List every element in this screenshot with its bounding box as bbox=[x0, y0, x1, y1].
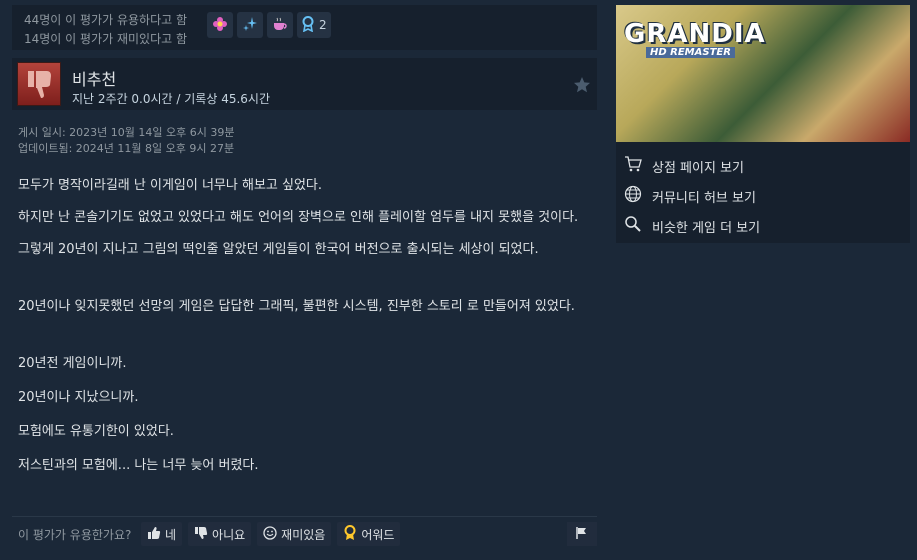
award-ribbon[interactable]: 2 bbox=[297, 12, 331, 38]
similar-games-link[interactable]: 비슷한 게임 더 보기 bbox=[616, 211, 760, 241]
game-sidebar: GRANDIA HD REMASTER 상점 페이지 보기 커뮤니티 허브 보기… bbox=[616, 5, 910, 243]
thumbs-up-icon bbox=[147, 526, 161, 543]
smiley-icon bbox=[263, 525, 277, 543]
review-dates: 게시 일시: 2023년 10월 14일 오후 6시 39분 업데이트됨: 20… bbox=[18, 125, 235, 157]
award-cup[interactable] bbox=[267, 12, 293, 38]
review-paragraph: 20년전 게임이니까. bbox=[18, 356, 127, 371]
game-capsule-image[interactable]: GRANDIA HD REMASTER bbox=[616, 5, 910, 142]
award-medal-icon bbox=[343, 524, 357, 544]
review-paragraph: 그렇게 20년이 지나고 그림의 떡인줄 알았던 게임들이 한국어 버전으로 출… bbox=[18, 242, 539, 257]
award-sparkle[interactable] bbox=[237, 12, 263, 38]
community-hub-link[interactable]: 커뮤니티 허브 보기 bbox=[616, 181, 760, 211]
vote-no-label: 아니요 bbox=[212, 527, 246, 542]
cart-icon bbox=[624, 156, 642, 176]
community-hub-label: 커뮤니티 허브 보기 bbox=[652, 190, 756, 206]
sidebar-links: 상점 페이지 보기 커뮤니티 허브 보기 비슷한 게임 더 보기 bbox=[616, 151, 760, 241]
verdict-title: 비추천 bbox=[72, 70, 117, 89]
vote-yes-button[interactable]: 네 bbox=[141, 522, 183, 546]
globe-icon bbox=[624, 185, 642, 207]
updated-date: 업데이트됨: 2024년 11월 8일 오후 9시 27분 bbox=[18, 142, 235, 155]
game-logo-text: GRANDIA bbox=[624, 19, 766, 49]
review-paragraph: 20년이나 지났으니까. bbox=[18, 390, 139, 405]
review-body: 모두가 명작이라길래 난 이게임이 너무나 해보고 싶었다. 하지만 난 콘솔기… bbox=[18, 177, 598, 474]
review-stats-box: 44명이 이 평가가 유용하다고 함 14명이 이 평가가 재미있다고 함 2 bbox=[12, 5, 597, 50]
review-paragraph: 저스틴과의 모험에... 나는 너무 늦어 버렸다. bbox=[18, 458, 259, 473]
game-logo-subtitle: HD REMASTER bbox=[646, 47, 735, 58]
store-page-label: 상점 페이지 보기 bbox=[652, 160, 744, 176]
award-button[interactable]: 어워드 bbox=[337, 522, 401, 546]
store-page-link[interactable]: 상점 페이지 보기 bbox=[616, 151, 760, 181]
similar-games-label: 비슷한 게임 더 보기 bbox=[652, 220, 761, 236]
vote-buttons: 네 아니요 재미있음 어워드 bbox=[141, 522, 401, 546]
review-header: 비추천 지난 2주간 0.0시간 / 기록상 45.6시간 bbox=[12, 58, 597, 110]
vote-yes-label: 네 bbox=[165, 527, 177, 542]
helpful-question: 이 평가가 유용한가요? bbox=[18, 528, 132, 542]
award-flower[interactable] bbox=[207, 12, 233, 38]
flag-icon bbox=[575, 525, 589, 544]
award-list: 2 bbox=[207, 12, 331, 38]
playtime-text: 지난 2주간 0.0시간 / 기록상 45.6시간 bbox=[72, 92, 270, 106]
review-paragraph: 모두가 명작이라길래 난 이게임이 너무나 해보고 싶었다. bbox=[18, 178, 323, 193]
review-paragraph: 하지만 난 콘솔기기도 없었고 있었다고 해도 언어의 장벽으로 인해 플레이할… bbox=[18, 210, 579, 225]
ribbon-award-icon bbox=[301, 15, 315, 35]
search-icon bbox=[624, 215, 642, 237]
sparkle-icon bbox=[242, 16, 258, 35]
award-button-label: 어워드 bbox=[361, 527, 395, 542]
teacup-icon bbox=[272, 16, 288, 35]
review-paragraph: 20년이나 잊지못했던 선망의 게임은 답답한 그래픽, 불편한 시스템, 진부… bbox=[18, 299, 575, 314]
star-icon[interactable] bbox=[573, 76, 591, 98]
feedback-bar: 이 평가가 유용한가요? 네 아니요 재미있음 어워드 bbox=[12, 516, 597, 547]
review-paragraph: 모험에도 유통기한이 있었다. bbox=[18, 424, 174, 439]
flower-icon bbox=[212, 16, 228, 35]
thumbs-down-icon bbox=[17, 62, 61, 106]
thumbs-down-small-icon bbox=[194, 526, 208, 543]
vote-funny-label: 재미있음 bbox=[281, 527, 326, 542]
vote-funny-button[interactable]: 재미있음 bbox=[257, 522, 332, 546]
posted-date: 게시 일시: 2023년 10월 14일 오후 6시 39분 bbox=[18, 126, 235, 139]
report-button[interactable] bbox=[567, 522, 597, 546]
award-count: 2 bbox=[319, 18, 327, 32]
vote-no-button[interactable]: 아니요 bbox=[188, 522, 252, 546]
